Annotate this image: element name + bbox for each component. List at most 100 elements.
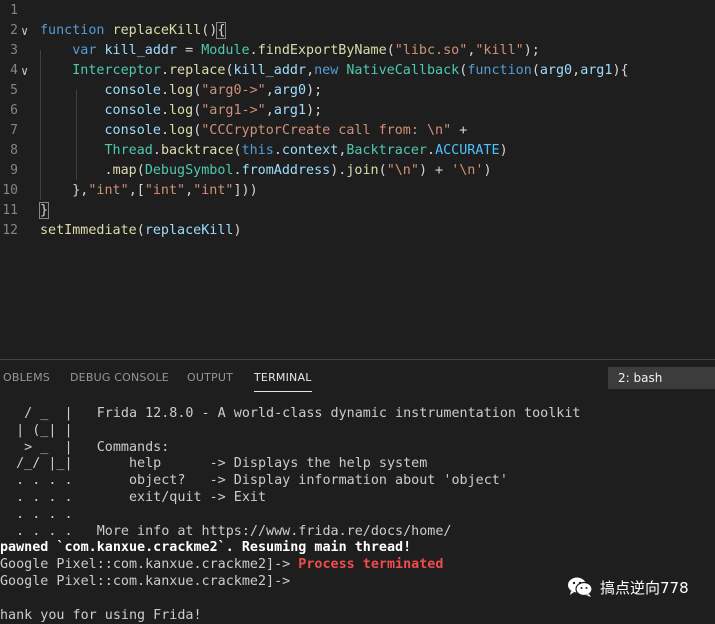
- code-token: ,: [572, 63, 581, 78]
- code-token: (: [378, 163, 387, 178]
- code-token: ){: [612, 63, 629, 78]
- code-token: .: [249, 43, 258, 58]
- code-token: (: [225, 63, 234, 78]
- line-number: 1: [10, 3, 18, 18]
- code-token: (): [201, 23, 218, 38]
- terminal-text: . . . . exit/quit -> Exit: [0, 490, 267, 505]
- tab-output[interactable]: OUTPUT: [187, 371, 233, 384]
- line-number: 2: [10, 23, 18, 38]
- terminal-line: . . . . More info at https://www.frida.r…: [0, 523, 715, 540]
- code-token: .: [427, 143, 436, 158]
- code-text: }: [38, 201, 50, 221]
- code-line: 5 console.log("arg0->",arg0);: [0, 81, 715, 101]
- code-token: DebugSymbol: [144, 163, 234, 178]
- terminal-line: hank you for using Frida!: [0, 607, 715, 624]
- code-token: console: [104, 103, 161, 118]
- wechat-icon: [568, 577, 593, 597]
- code-token: function: [467, 63, 532, 78]
- code-token: ): [233, 223, 242, 238]
- code-line: 3 var kill_addr = Module.findExportByNam…: [0, 41, 715, 61]
- line-number: 9: [10, 163, 18, 178]
- terminal-line: | (_| |: [0, 422, 715, 439]
- code-line: 12 setImmediate(replaceKill): [0, 221, 715, 241]
- code-token: ) +: [418, 163, 452, 178]
- line-number: 3: [10, 43, 18, 58]
- terminal-line: . . . . exit/quit -> Exit: [0, 489, 715, 506]
- terminal-text: / _ | Frida 12.8.0 - A world-class dynam…: [0, 406, 581, 421]
- code-token: arg0: [539, 63, 573, 78]
- terminal-text: . . . . More info at https://www.frida.r…: [0, 523, 452, 539]
- terminal-line: / _ | Frida 12.8.0 - A world-class dynam…: [0, 405, 715, 422]
- code-token: arg1: [580, 63, 613, 78]
- code-token: ,: [265, 103, 274, 118]
- line-number: 11: [2, 203, 18, 218]
- code-line: 11}: [0, 201, 715, 221]
- code-editor[interactable]: 1 2 ∨ function replaceKill(){3 var kill_add…: [0, 0, 715, 360]
- code-token: arg0: [273, 83, 307, 98]
- code-token: console: [104, 123, 161, 138]
- code-token: new: [314, 63, 347, 78]
- line-number: 8: [10, 143, 18, 158]
- line-number: 5: [10, 83, 18, 98]
- fold-chevron-icon[interactable]: ∨: [21, 61, 28, 81]
- code-token: (: [136, 223, 145, 238]
- code-token: findExportByName: [257, 43, 387, 58]
- terminal-line: Google Pixel::com.kanxue.crackme2]-> Pro…: [0, 556, 715, 573]
- code-token: ): [483, 163, 492, 178]
- active-tab-indicator: [254, 391, 312, 392]
- code-token: "arg1->": [201, 103, 266, 118]
- line-number: 6: [10, 103, 18, 118]
- fold-chevron-icon[interactable]: ∨: [21, 21, 28, 41]
- terminal-select-dropdown[interactable]: 2: bash: [608, 367, 715, 389]
- code-text: Thread.backtrace(this.context,Backtracer…: [40, 141, 508, 161]
- code-token: replaceKill: [112, 23, 202, 38]
- watermark-text: 搞点逆向778: [600, 578, 689, 597]
- code-token: "\n": [386, 163, 419, 178]
- code-token: "CCCryptorCreate call from: \n": [201, 123, 452, 138]
- code-token: "int": [193, 183, 234, 198]
- code-token: .: [273, 143, 282, 158]
- code-text: console.log("CCCryptorCreate call from: …: [40, 121, 468, 141]
- terminal-text: hank you for using Frida!: [0, 607, 202, 623]
- tab-problems[interactable]: OBLEMS: [3, 371, 50, 384]
- code-text: },"int",["int","int"])): [40, 181, 257, 201]
- code-token: .: [160, 63, 169, 78]
- code-token: ): [499, 143, 508, 158]
- tab-terminal[interactable]: TERMINAL: [254, 371, 312, 384]
- code-token: map: [112, 163, 137, 178]
- terminal-text: /_/ |_| help -> Displays the help system: [0, 456, 428, 472]
- code-token: this: [241, 143, 274, 158]
- terminal-text: > _ | Commands:: [0, 439, 170, 455]
- code-token: "int": [144, 183, 186, 198]
- code-token: ).: [330, 163, 347, 178]
- code-token: setImmediate: [40, 223, 137, 238]
- terminal-text: | (_| |: [0, 422, 73, 438]
- code-token: .: [160, 83, 169, 98]
- terminal-text: pawned `com.kanxue.crackme2`. Resuming m…: [0, 540, 412, 556]
- line-number: 12: [2, 223, 18, 238]
- code-token: );: [523, 43, 540, 58]
- terminal-line: . . . .: [0, 506, 715, 523]
- code-token: .: [160, 123, 169, 138]
- code-token: function: [40, 23, 113, 38]
- code-token: .: [40, 163, 113, 178]
- code-token: .: [160, 103, 169, 118]
- code-token: (: [386, 43, 395, 58]
- code-token: );: [306, 103, 323, 118]
- code-token: "libc.so": [394, 43, 468, 58]
- code-line: 6 console.log("arg1->",arg1);: [0, 101, 715, 121]
- code-text: function replaceKill(){: [40, 21, 227, 41]
- terminal-line: /_/ |_| help -> Displays the help system: [0, 455, 715, 472]
- line-number: 10: [2, 183, 18, 198]
- code-line: 10 },"int",["int","int"])): [0, 181, 715, 201]
- code-token: ,[: [128, 183, 145, 198]
- terminal-line: . . . . object? -> Display information a…: [0, 472, 715, 489]
- code-token: var: [72, 43, 105, 58]
- code-line: 7 console.log("CCCryptorCreate call from…: [0, 121, 715, 141]
- tab-debug-console[interactable]: DEBUG CONSOLE: [70, 371, 169, 384]
- code-token: Thread: [104, 143, 153, 158]
- code-token: Module: [201, 43, 250, 58]
- code-token: },: [40, 183, 89, 198]
